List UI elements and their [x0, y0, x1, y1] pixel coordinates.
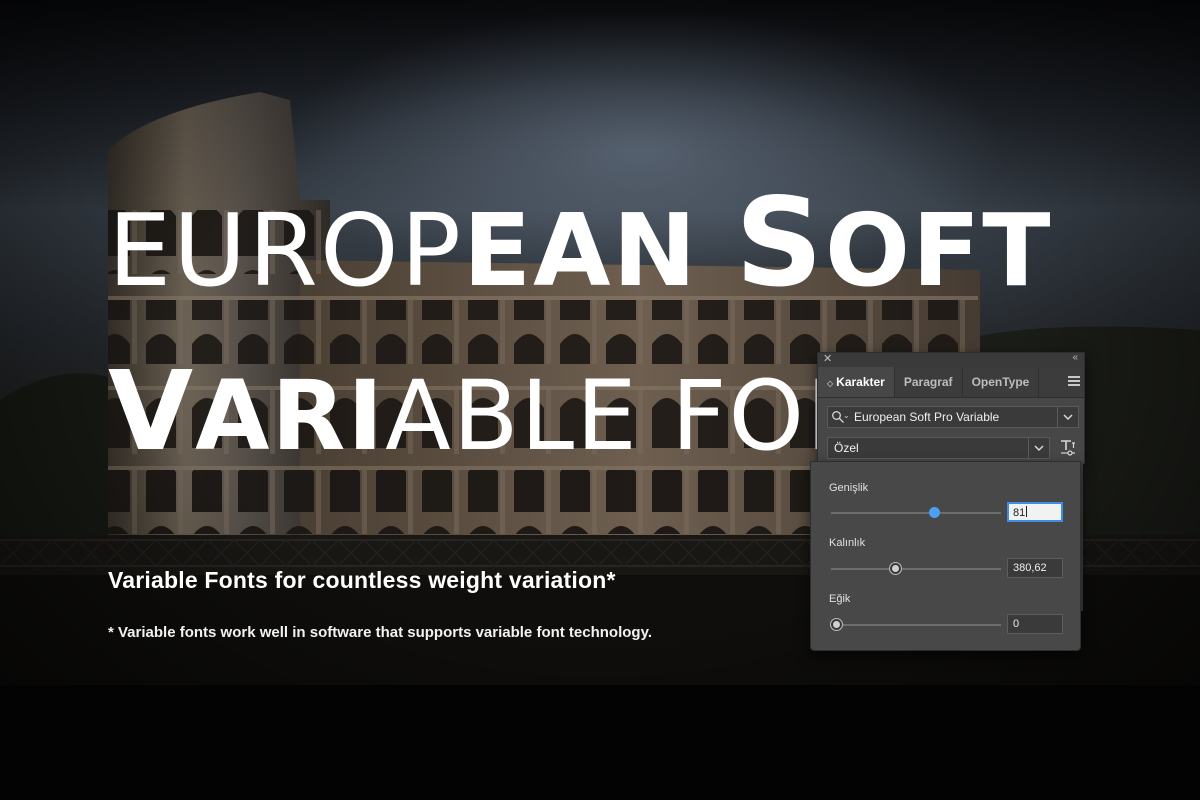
chevron-down-icon[interactable]: [1028, 438, 1049, 458]
font-family-name: European Soft Pro Variable: [854, 410, 1000, 424]
headline-big-letter-2: V: [108, 347, 196, 475]
font-style-name: Özel: [834, 441, 859, 455]
close-icon[interactable]: ✕: [823, 352, 832, 365]
footnote: * Variable fonts work well in software t…: [108, 624, 652, 641]
axis-label-width: Genişlik: [829, 482, 869, 494]
panel-tabs: ◇ Karakter Paragraf OpenType: [818, 367, 1084, 398]
headline-bold-part: EAN: [462, 192, 736, 309]
headline-line-2: VARIABLE FONT: [108, 356, 941, 466]
tab-paragraf[interactable]: Paragraf: [895, 367, 963, 397]
weight-value: 380,62: [1013, 562, 1047, 574]
slider-width-track[interactable]: [831, 512, 1001, 514]
tab-label: OpenType: [971, 375, 1030, 389]
slant-value: 0: [1013, 618, 1020, 630]
width-value: 81: [1013, 507, 1026, 519]
axis-label-slant: Eğik: [829, 593, 851, 605]
panel-menu-icon[interactable]: [1068, 376, 1080, 386]
slider-slant-track[interactable]: [831, 624, 1001, 626]
headline-bold-part-3: ARI: [195, 360, 386, 472]
text-cursor: [1026, 506, 1028, 517]
headline-line-1: EUROPEAN SOFT: [108, 182, 1053, 304]
chevron-down-icon[interactable]: [1057, 407, 1078, 427]
tagline: Variable Fonts for countless weight vari…: [108, 567, 616, 593]
drag-handle-icon[interactable]: ◇: [827, 379, 833, 388]
headline-big-letter: S: [735, 172, 825, 314]
slider-width-thumb[interactable]: [929, 507, 941, 518]
variable-axes-popup: Genişlik 81 Kalınlık 380,62 Eğik 0: [810, 461, 1081, 651]
chevron-small-icon: ⌄: [843, 411, 850, 420]
tab-label: Karakter: [836, 375, 885, 389]
variable-font-icon[interactable]: [1058, 438, 1078, 458]
headline-thin-part: EUROP: [108, 192, 463, 309]
width-value-input[interactable]: 81: [1007, 502, 1063, 522]
tab-opentype[interactable]: OpenType: [963, 367, 1040, 397]
slider-weight-track[interactable]: [831, 568, 1001, 570]
character-panel: ✕ « ◇ Karakter Paragraf OpenType ⌄ Europe…: [817, 352, 1085, 464]
font-family-select[interactable]: ⌄ European Soft Pro Variable: [827, 406, 1079, 428]
panel-title-bar: ✕ «: [818, 352, 1084, 367]
tab-label: Paragraf: [903, 375, 953, 389]
axis-label-weight: Kalınlık: [829, 537, 866, 549]
slant-value-input[interactable]: 0: [1007, 614, 1063, 634]
font-style-select[interactable]: Özel: [827, 437, 1050, 459]
slider-slant-thumb[interactable]: [830, 619, 842, 630]
weight-value-input[interactable]: 380,62: [1007, 558, 1063, 578]
collapse-icon[interactable]: «: [1072, 352, 1078, 363]
artwork: EUROPEAN SOFT VARIABLE FONT Variable Fon…: [0, 0, 1200, 800]
headline-bold-part-2: OFT: [824, 192, 1053, 309]
tab-karakter[interactable]: ◇ Karakter: [818, 367, 895, 397]
slider-weight-thumb[interactable]: [890, 563, 902, 574]
